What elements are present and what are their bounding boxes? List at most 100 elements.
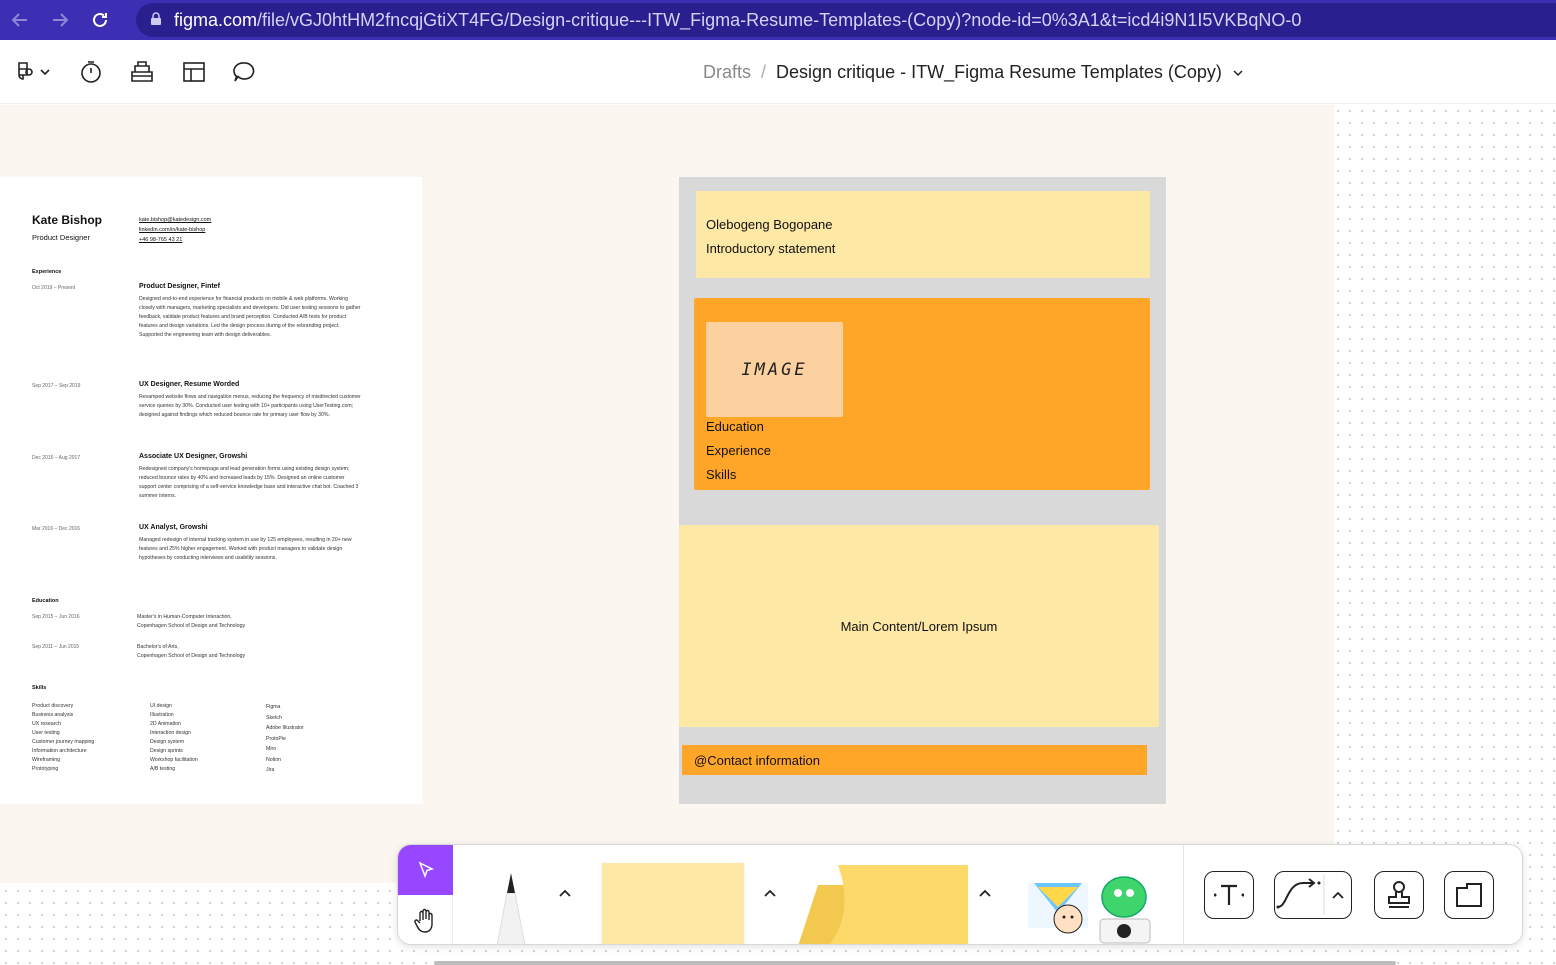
skill-item: Product discovery bbox=[32, 703, 74, 709]
figma-toolbar: Drafts / Design critique - ITW_Figma Res… bbox=[0, 40, 1556, 104]
canvas[interactable]: Kate Bishop Product Designer kate.bishop… bbox=[0, 105, 1556, 965]
timer-button[interactable] bbox=[76, 58, 106, 86]
marker-icon bbox=[496, 873, 526, 944]
skill-item: Workshop facilitation bbox=[150, 757, 198, 763]
resume-role: Product Designer bbox=[32, 233, 90, 242]
cursor-icon bbox=[418, 861, 434, 879]
shapes-options-button[interactable] bbox=[977, 885, 993, 901]
wireframe-frame[interactable]: Olebogeng Bogopane Introductory statemen… bbox=[679, 177, 1166, 804]
arrow-right-icon bbox=[53, 13, 69, 27]
canvas-section[interactable]: Kate Bishop Product Designer kate.bishop… bbox=[0, 105, 1334, 883]
job-description: Redesigned company's homepage and lead g… bbox=[139, 466, 359, 499]
skill-item: Illustration bbox=[150, 712, 174, 718]
section-tool-button[interactable] bbox=[1444, 871, 1494, 919]
skills-column: Figma Sketch Adobe Illustrator ProtoPie … bbox=[266, 702, 304, 776]
url-host: figma.com bbox=[174, 9, 258, 30]
hand-tool-button[interactable] bbox=[398, 895, 453, 944]
resume-name: Kate Bishop bbox=[32, 213, 103, 227]
lock-icon bbox=[150, 11, 162, 29]
text-tool-button[interactable] bbox=[1204, 871, 1254, 919]
sticky-note-tool-button[interactable] bbox=[602, 863, 744, 944]
breadcrumb-drafts[interactable]: Drafts bbox=[703, 62, 751, 83]
skill-item: Figma bbox=[266, 704, 281, 710]
skill-item: A/B testing bbox=[150, 766, 176, 772]
file-title[interactable]: Design critique - ITW_Figma Resume Templ… bbox=[776, 62, 1222, 83]
education-degree: Master's in Human-Computer Interaction, bbox=[137, 614, 232, 620]
education-dates: Sep 2011 – Jun 2015 bbox=[32, 644, 80, 650]
layout-button[interactable] bbox=[179, 58, 209, 86]
main-menu-button[interactable] bbox=[14, 58, 52, 86]
resume-email: kate.bishop@katedesign.com bbox=[139, 217, 212, 223]
job-dates: Mar 2016 – Dec 2016 bbox=[32, 526, 81, 532]
image-placeholder[interactable]: IMAGE bbox=[706, 322, 843, 417]
forward-button[interactable] bbox=[40, 0, 80, 40]
job-entry: UX Designer, Resume Worded Revamped webs… bbox=[139, 381, 361, 420]
stickers-tool-button[interactable] bbox=[1024, 873, 1154, 944]
stamp-icon bbox=[1388, 881, 1410, 908]
chevron-up-icon bbox=[979, 889, 991, 897]
skill-item: Notion bbox=[266, 756, 281, 763]
marker-options-button[interactable] bbox=[557, 885, 573, 901]
skill-item: User testing bbox=[32, 730, 60, 736]
wireframe-experience: Experience bbox=[706, 443, 772, 458]
job-description: Managed redesign of internal tracking sy… bbox=[139, 537, 352, 561]
sticky-note-intro[interactable]: Olebogeng Bogopane Introductory statemen… bbox=[696, 191, 1150, 278]
sticky-note-main-content[interactable]: Main Content/Lorem Ipsum bbox=[679, 525, 1159, 727]
chevron-up-icon bbox=[764, 889, 776, 897]
hand-icon bbox=[414, 908, 433, 933]
job-dates: Dec 2016 – Aug 2017 bbox=[32, 455, 81, 461]
chevron-up-icon bbox=[559, 889, 571, 897]
reload-icon bbox=[93, 12, 107, 27]
job-entry: Associate UX Designer, Growshi Redesigne… bbox=[139, 453, 361, 501]
sticky-note-details[interactable]: IMAGE Education Experience Skills bbox=[694, 298, 1150, 490]
skills-column: UI design Illustration 2D Animation Inte… bbox=[150, 702, 198, 774]
comment-button[interactable] bbox=[229, 58, 259, 86]
library-icon bbox=[131, 61, 153, 82]
education-dates: Sep 2015 – Jun 2016 bbox=[32, 614, 80, 620]
tool-dock bbox=[397, 844, 1523, 945]
layout-icon bbox=[183, 62, 205, 82]
arrow-left-icon bbox=[11, 13, 27, 27]
skill-item: Jira bbox=[266, 767, 275, 773]
browser-bar: figma.com/file/vGJ0htHM2fncqjGtiXT4FG/De… bbox=[0, 0, 1556, 40]
education-school: Copenhagen School of Design and Technolo… bbox=[137, 653, 246, 659]
stamp-tool-button[interactable] bbox=[1374, 871, 1424, 919]
sticky-note-contact[interactable]: @Contact information bbox=[682, 745, 1147, 775]
horizontal-scrollbar[interactable] bbox=[434, 961, 1396, 965]
stickers-icon bbox=[1028, 876, 1151, 944]
skill-item: UX research bbox=[32, 721, 61, 727]
skill-item: Information architecture bbox=[32, 748, 87, 754]
figma-logo-icon bbox=[18, 62, 50, 80]
education-entry: Bachelor's of Arts, Copenhagen School of… bbox=[137, 643, 245, 661]
resources-button[interactable] bbox=[127, 58, 157, 86]
sticky-options-button[interactable] bbox=[762, 885, 778, 901]
skill-item: ProtoPie bbox=[266, 735, 286, 742]
job-entry: Product Designer, Fintef Designed end-to… bbox=[139, 283, 361, 340]
wireframe-skills: Skills bbox=[706, 467, 737, 482]
resume-template[interactable]: Kate Bishop Product Designer kate.bishop… bbox=[0, 177, 422, 804]
education-school: Copenhagen School of Design and Technolo… bbox=[137, 623, 246, 629]
job-title: UX Analyst, Growshi bbox=[139, 524, 208, 531]
shapes-tool-button[interactable] bbox=[798, 863, 968, 944]
skill-item: Sketch bbox=[266, 714, 282, 721]
reload-button[interactable] bbox=[80, 0, 120, 40]
address-bar[interactable]: figma.com/file/vGJ0htHM2fncqjGtiXT4FG/De… bbox=[136, 3, 1556, 37]
resume-contacts: kate.bishop@katedesign.com linkedin.com/… bbox=[139, 215, 211, 245]
marker-tool-button[interactable] bbox=[483, 863, 539, 944]
chevron-down-icon[interactable] bbox=[1232, 67, 1244, 79]
job-title: Product Designer, Fintef bbox=[139, 283, 220, 290]
comment-icon bbox=[233, 62, 255, 82]
move-tool-button[interactable] bbox=[398, 845, 453, 895]
breadcrumb: Drafts / Design critique - ITW_Figma Res… bbox=[703, 62, 1244, 83]
back-button[interactable] bbox=[0, 0, 40, 40]
resume-phone: +46 98-765 43 21 bbox=[139, 237, 183, 243]
section-icon bbox=[1456, 883, 1482, 907]
connector-tool-button[interactable] bbox=[1274, 871, 1352, 919]
skill-item: Interaction design bbox=[150, 730, 191, 736]
wireframe-intro: Introductory statement bbox=[706, 241, 836, 256]
skill-item: 2D Animation bbox=[150, 721, 181, 727]
url-text: figma.com/file/vGJ0htHM2fncqjGtiXT4FG/De… bbox=[174, 10, 1301, 31]
skill-item: Business analysis bbox=[32, 712, 74, 718]
job-dates: Oct 2019 – Present bbox=[32, 285, 76, 291]
skill-item: Adobe Illustrator bbox=[266, 725, 304, 731]
